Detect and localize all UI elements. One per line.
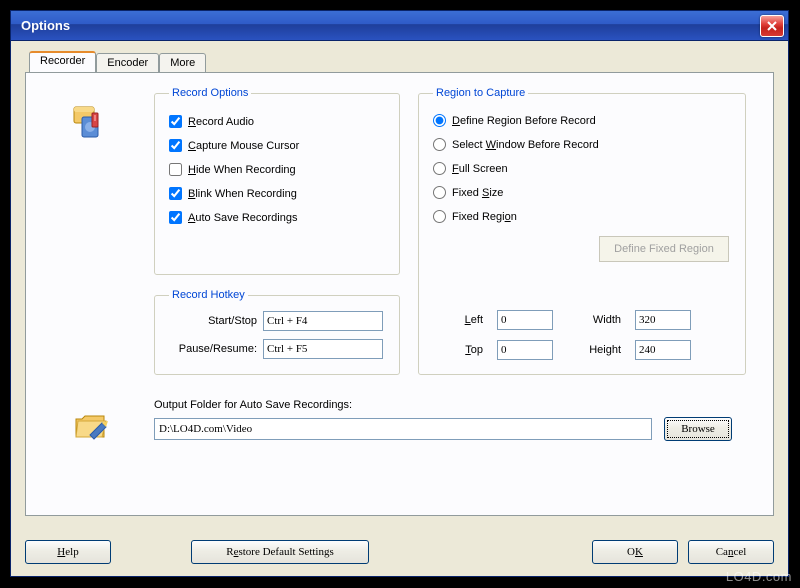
help-button[interactable]: Help <box>25 540 111 564</box>
pauseresume-hotkey-input[interactable] <box>263 339 383 359</box>
cancel-button[interactable]: Cancel <box>688 540 774 564</box>
recorder-pane: Record Options Record Audio Capture Mous… <box>25 72 774 516</box>
autosave-checkbox[interactable] <box>169 211 182 224</box>
blink-recording-checkbox[interactable] <box>169 187 182 200</box>
dialog-buttons: Help Restore Default Settings OK Cancel <box>25 540 774 564</box>
fixed-region-radio[interactable] <box>433 210 446 223</box>
pauseresume-label: Pause/Resume: <box>169 343 263 355</box>
watermark: LO4D.com <box>726 569 792 584</box>
height-label: Height <box>567 344 625 356</box>
full-screen-radio[interactable] <box>433 162 446 175</box>
fixed-size-label: Fixed Size <box>452 187 503 199</box>
left-label: Left <box>445 314 487 326</box>
record-options-legend: Record Options <box>169 87 251 99</box>
top-label: Top <box>445 344 487 356</box>
close-button[interactable] <box>760 15 784 37</box>
define-region-label: Define Region Before Record <box>452 115 596 127</box>
full-screen-label: Full Screen <box>452 163 508 175</box>
region-capture-group: Region to Capture Define Region Before R… <box>418 87 746 375</box>
record-hotkey-group: Record Hotkey Start/Stop Pause/Resume: <box>154 289 400 375</box>
hide-recording-checkbox[interactable] <box>169 163 182 176</box>
blink-recording-label: Blink When Recording <box>188 188 297 200</box>
record-options-group: Record Options Record Audio Capture Mous… <box>154 87 400 275</box>
options-dialog: Options Recorder Encoder More <box>10 10 789 577</box>
region-capture-legend: Region to Capture <box>433 87 528 99</box>
tab-more[interactable]: More <box>159 53 206 72</box>
top-input[interactable] <box>497 340 553 360</box>
width-label: Width <box>567 314 625 326</box>
browse-button[interactable]: Browse <box>664 417 732 441</box>
record-hotkey-legend: Record Hotkey <box>169 289 248 301</box>
record-audio-label: Record Audio <box>188 116 254 128</box>
output-folder-input[interactable] <box>154 418 652 440</box>
select-window-label: Select Window Before Record <box>452 139 599 151</box>
recorder-icon <box>72 103 112 143</box>
capture-cursor-label: Capture Mouse Cursor <box>188 140 299 152</box>
folder-icon <box>72 407 112 447</box>
startstop-hotkey-input[interactable] <box>263 311 383 331</box>
ok-button[interactable]: OK <box>592 540 678 564</box>
titlebar: Options <box>11 11 788 41</box>
window-title: Options <box>21 18 760 33</box>
capture-cursor-checkbox[interactable] <box>169 139 182 152</box>
fixed-region-label: Fixed Region <box>452 211 517 223</box>
tab-strip: Recorder Encoder More <box>29 51 774 72</box>
tab-recorder[interactable]: Recorder <box>29 51 96 72</box>
height-input[interactable] <box>635 340 691 360</box>
startstop-label: Start/Stop <box>169 315 263 327</box>
close-icon <box>767 21 777 31</box>
record-audio-checkbox[interactable] <box>169 115 182 128</box>
define-region-radio[interactable] <box>433 114 446 127</box>
hide-recording-label: Hide When Recording <box>188 164 296 176</box>
left-input[interactable] <box>497 310 553 330</box>
width-input[interactable] <box>635 310 691 330</box>
client-area: Recorder Encoder More Record Options Rec… <box>11 41 788 528</box>
autosave-label: Auto Save Recordings <box>188 212 297 224</box>
fixed-size-radio[interactable] <box>433 186 446 199</box>
select-window-radio[interactable] <box>433 138 446 151</box>
restore-defaults-button[interactable]: Restore Default Settings <box>191 540 369 564</box>
tab-encoder[interactable]: Encoder <box>96 53 159 72</box>
define-fixed-region-button: Define Fixed Region <box>599 236 729 262</box>
output-folder-label: Output Folder for Auto Save Recordings: <box>154 399 352 411</box>
